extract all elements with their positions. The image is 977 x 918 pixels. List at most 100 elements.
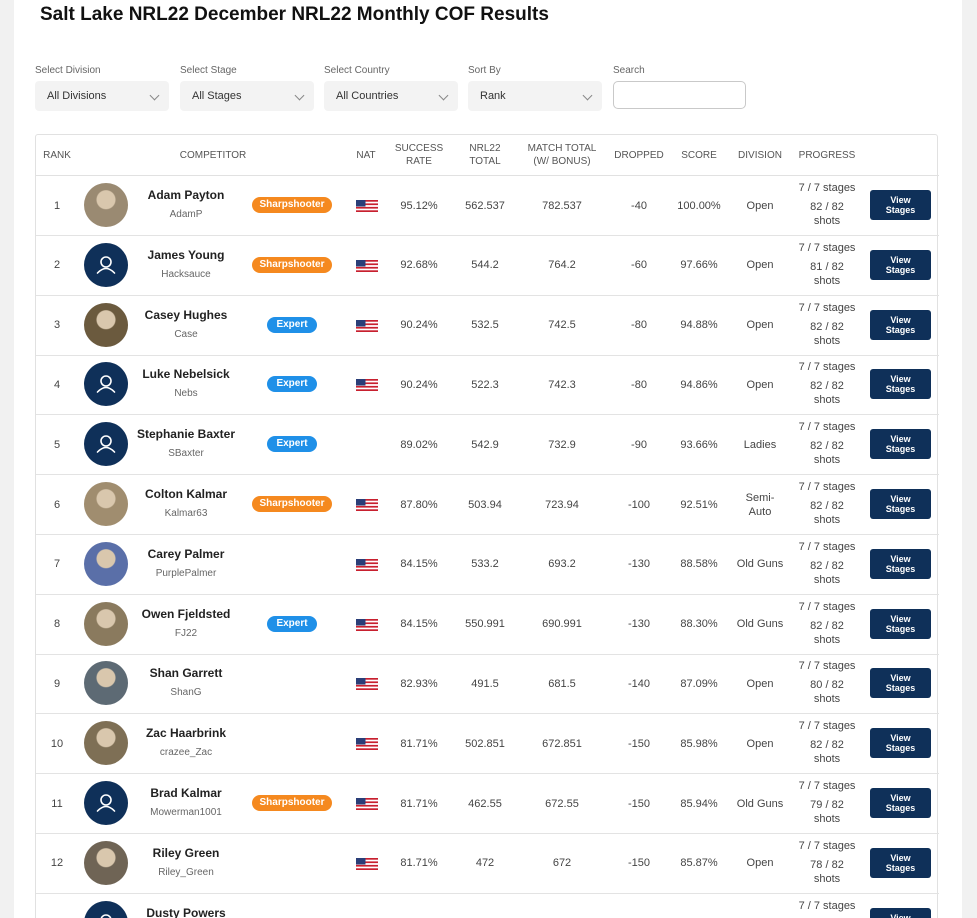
header-nat[interactable]: NAT — [356, 149, 375, 162]
rank-cell: 9 — [53, 677, 61, 690]
sort-filter-label: Sort By — [468, 65, 501, 76]
division-cell: Old Guns — [736, 558, 784, 571]
header-rank[interactable]: RANK — [43, 149, 71, 162]
progress-cell: 7 / 7 stages 82 / 82 shots — [792, 480, 862, 527]
competitor-name[interactable]: Colton Kalmar — [145, 487, 227, 501]
competitor-username: ShanG — [170, 687, 202, 699]
table-row[interactable]: 1 Adam Payton AdamP Sharpshooter 95.12% … — [36, 176, 939, 236]
table-row[interactable]: 5 Stephanie Baxter SBaxter Expert 89.02%… — [36, 415, 939, 476]
match-total-cell: 742.3 — [548, 378, 576, 391]
view-stages-button[interactable]: ViewStages — [870, 309, 931, 340]
class-badge: Expert — [267, 316, 317, 333]
view-stages-button[interactable]: ViewStages — [870, 788, 931, 818]
score-cell: 94.88% — [680, 319, 718, 332]
header-success-rate[interactable]: SUCCESS RATE — [395, 142, 443, 168]
header-match-total[interactable]: MATCH TOTAL (W/ BONUS) — [528, 142, 597, 168]
view-stages-button[interactable]: ViewStages — [870, 728, 931, 759]
success-rate-cell: 81.71% — [400, 857, 438, 870]
competitor-name[interactable]: Owen Fjeldsted — [142, 607, 231, 621]
view-stages-button[interactable]: ViewStages — [870, 907, 931, 918]
table-row[interactable]: 6 Colton Kalmar Kalmar63 Sharpshooter 87… — [36, 475, 939, 535]
competitor-username: Hacksauce — [161, 268, 211, 280]
avatar[interactable] — [84, 482, 128, 526]
avatar[interactable] — [84, 242, 128, 287]
search-input[interactable] — [613, 81, 746, 109]
view-stages-button[interactable]: ViewStages — [870, 429, 931, 460]
competitor-name[interactable]: Stephanie Baxter — [137, 427, 235, 441]
header-progress[interactable]: PROGRESS — [799, 149, 856, 162]
progress-cell: 7 / 7 stages 82 / 82 shots — [792, 420, 862, 467]
table-row[interactable]: 9 Shan Garrett ShanG 82.93% 491.5 681.5 … — [36, 654, 939, 715]
view-stages-button[interactable]: ViewStages — [870, 668, 931, 699]
competitor-name[interactable]: Shan Garrett — [150, 666, 223, 680]
competitor-name[interactable]: Dusty Powers — [146, 906, 225, 918]
country-select[interactable]: All Countries — [324, 81, 458, 111]
dropped-cell: -60 — [631, 259, 647, 272]
avatar[interactable] — [84, 183, 128, 227]
success-rate-cell: 90.24% — [400, 319, 438, 332]
competitor-name[interactable]: Zac Haarbrink — [146, 726, 226, 740]
competitor-name[interactable]: Luke Nebelsick — [142, 367, 229, 381]
dropped-cell: -140 — [627, 677, 651, 690]
score-cell: 94.86% — [680, 378, 718, 391]
success-rate-cell: 81.71% — [400, 797, 438, 810]
header-competitor[interactable]: COMPETITOR — [180, 149, 246, 162]
competitor-username: PurplePalmer — [155, 567, 217, 579]
score-cell: 85.94% — [680, 797, 718, 810]
table-row[interactable]: Dusty Powers 7 / 7 stages ViewStages — [36, 894, 939, 918]
avatar[interactable] — [84, 541, 128, 586]
us-flag-icon — [356, 738, 378, 751]
view-stages-button[interactable]: ViewStages — [870, 369, 931, 400]
stage-select[interactable]: All Stages — [180, 81, 314, 111]
shots-progress: 80 / 82 shots — [810, 679, 844, 706]
avatar[interactable] — [84, 900, 128, 918]
sort-select[interactable]: Rank — [468, 81, 602, 111]
dropped-cell: -150 — [627, 737, 651, 750]
class-badge: Expert — [267, 615, 317, 632]
table-row[interactable]: 2 James Young Hacksauce Sharpshooter 92.… — [36, 236, 939, 296]
view-stages-button[interactable]: ViewStages — [870, 190, 931, 220]
table-row[interactable]: 11 Brad Kalmar Mowerman1001 Sharpshooter… — [36, 774, 939, 834]
header-nrl22-total[interactable]: NRL22 TOTAL — [469, 142, 500, 168]
country-filter: Select Country All Countries — [324, 65, 458, 111]
stages-progress: 7 / 7 stages — [798, 660, 856, 673]
stages-progress: 7 / 7 stages — [798, 421, 856, 434]
avatar[interactable] — [84, 362, 128, 407]
competitor-name[interactable]: Adam Payton — [148, 188, 225, 202]
table-row[interactable]: 12 Riley Green Riley_Green 81.71% 472 67… — [36, 834, 939, 894]
header-score[interactable]: SCORE — [681, 149, 717, 162]
country-filter-label: Select Country — [324, 65, 390, 76]
competitor-name[interactable]: James Young — [148, 248, 225, 262]
competitor-name[interactable]: Brad Kalmar — [150, 786, 221, 800]
avatar[interactable] — [84, 840, 128, 885]
division-select[interactable]: All Divisions — [35, 81, 169, 111]
avatar[interactable] — [84, 601, 128, 646]
view-stages-button[interactable]: ViewStages — [870, 489, 931, 519]
us-flag-icon — [356, 499, 378, 511]
rank-cell: 7 — [53, 558, 61, 571]
table-row[interactable]: 4 Luke Nebelsick Nebs Expert 90.24% 522.… — [36, 355, 939, 416]
view-stages-button[interactable]: ViewStages — [870, 249, 931, 280]
user-icon — [96, 375, 116, 394]
view-stages-button[interactable]: ViewStages — [870, 548, 931, 579]
table-row[interactable]: 7 Carey Palmer PurplePalmer 84.15% 533.2… — [36, 535, 939, 595]
view-stages-button[interactable]: ViewStages — [870, 847, 931, 878]
avatar[interactable] — [84, 721, 128, 766]
table-row[interactable]: 8 Owen Fjeldsted FJ22 Expert 84.15% 550.… — [36, 595, 939, 655]
avatar[interactable] — [84, 422, 128, 467]
table-row[interactable]: 10 Zac Haarbrink crazee_Zac 81.71% 502.8… — [36, 714, 939, 775]
avatar[interactable] — [84, 781, 128, 825]
table-header: RANK COMPETITOR NAT SUCCESS RATE NRL22 T… — [36, 135, 939, 176]
avatar[interactable] — [84, 661, 128, 706]
competitor-name[interactable]: Riley Green — [153, 846, 220, 860]
avatar[interactable] — [84, 302, 128, 347]
competitor-username: FJ22 — [174, 627, 198, 639]
table-row[interactable]: 3 Casey Hughes Case Expert 90.24% 532.5 … — [36, 296, 939, 356]
view-stages-button[interactable]: ViewStages — [870, 608, 931, 639]
header-dropped[interactable]: DROPPED — [614, 149, 663, 162]
dropped-cell: -150 — [627, 797, 651, 810]
competitor-name[interactable]: Casey Hughes — [145, 308, 228, 322]
nrl22-total-cell: 522.3 — [471, 378, 499, 391]
header-division[interactable]: DIVISION — [738, 149, 782, 162]
competitor-name[interactable]: Carey Palmer — [148, 547, 225, 561]
